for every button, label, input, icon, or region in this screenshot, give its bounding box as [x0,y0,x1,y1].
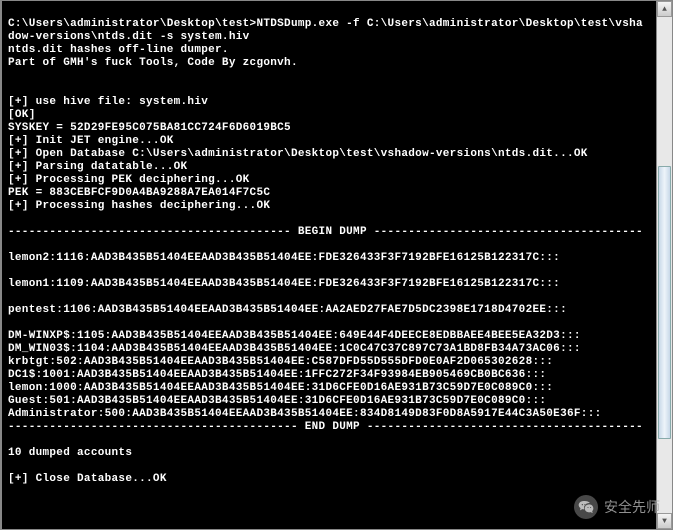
step-init-jet: [+] Init JET engine...OK [8,135,174,147]
dump-entry: lemon1:1109:AAD3B435B51404EEAAD3B435B514… [8,278,560,290]
begin-dump-divider: ----------------------------------------… [8,226,643,238]
scrollbar-thumb[interactable] [658,166,671,439]
watermark: 安全先师 [574,495,660,519]
dump-entry: lemon:1000:AAD3B435B51404EEAAD3B435B5140… [8,382,553,394]
scroll-up-arrow-icon[interactable]: ▲ [657,1,672,17]
scrollbar-track[interactable] [657,17,672,513]
end-dump-divider: ----------------------------------------… [8,421,643,433]
step-syskey: SYSKEY = 52D29FE95C075BA81CC724F6D6019BC… [8,122,291,134]
dump-entry: lemon2:1116:AAD3B435B51404EEAAD3B435B514… [8,252,560,264]
step-use-hive: [+] use hive file: system.hiv [8,96,208,108]
step-parsing: [+] Parsing datatable...OK [8,161,187,173]
dump-entry: DM_WIN03$:1104:AAD3B435B51404EEAAD3B435B… [8,343,581,355]
dump-entry: krbtgt:502:AAD3B435B51404EEAAD3B435B5140… [8,356,553,368]
step-open-db: [+] Open Database C:\Users\administrator… [8,148,588,160]
step-ok: [OK] [8,109,36,121]
terminal-output: C:\Users\administrator\Desktop\test>NTDS… [2,1,672,490]
close-database: [+] Close Database...OK [8,473,167,485]
banner-line-1: ntds.dit hashes off-line dumper. [8,44,229,56]
wechat-icon [574,495,598,519]
watermark-text: 安全先师 [604,501,660,514]
command-prompt-line: C:\Users\administrator\Desktop\test>NTDS… [8,18,643,43]
vertical-scrollbar[interactable]: ▲ ▼ [656,1,672,529]
banner-line-2: Part of GMH's fuck Tools, Code By zcgonv… [8,57,298,69]
dump-entry: DM-WINXP$:1105:AAD3B435B51404EEAAD3B435B… [8,330,581,342]
dump-entry: DC1$:1001:AAD3B435B51404EEAAD3B435B51404… [8,369,546,381]
step-pek-decipher: [+] Processing PEK deciphering...OK [8,174,250,186]
dump-entry: pentest:1106:AAD3B435B51404EEAAD3B435B51… [8,304,567,316]
step-hashes-decipher: [+] Processing hashes deciphering...OK [8,200,270,212]
dump-entry: Guest:501:AAD3B435B51404EEAAD3B435B51404… [8,395,546,407]
dump-entry: Administrator:500:AAD3B435B51404EEAAD3B4… [8,408,602,420]
dumped-count: 10 dumped accounts [8,447,132,459]
step-pek: PEK = 883CEBFCF9D0A4BA9288A7EA014F7C5C [8,187,270,199]
